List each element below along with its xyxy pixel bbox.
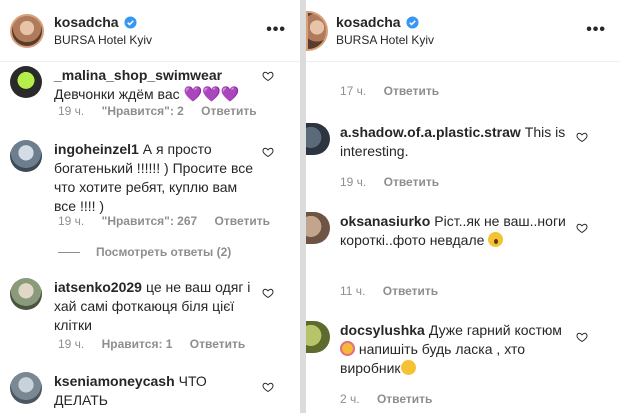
comment: iatsenko2029 це не ваш одяг і хай самі фо… (10, 278, 260, 335)
comment-time: 19 ч. (58, 214, 85, 228)
comment-username[interactable]: a.shadow.of.a.plastic.straw (340, 124, 521, 140)
likes-count[interactable]: "Нравится": 267 (102, 214, 198, 228)
comment-text: Девчонки ждём вас (54, 86, 184, 102)
comment-username[interactable]: oksanasiurko (340, 213, 430, 229)
comment: a.shadow.of.a.plastic.straw This is inter… (306, 123, 576, 161)
post-header: kosadcha BURSA Hotel Kyiv ••• (0, 0, 300, 62)
verified-badge-icon (124, 15, 137, 29)
right-comments-panel: kosadcha BURSA Hotel Kyiv ••• 17 ч. Отве… (306, 0, 620, 413)
reply-button[interactable]: Ответить (384, 175, 439, 189)
smiling-face-emoji (400, 360, 416, 375)
post-location[interactable]: BURSA Hotel Kyiv (336, 33, 434, 47)
author-avatar[interactable] (306, 10, 328, 51)
comment-username[interactable]: iatsenko2029 (54, 279, 142, 295)
view-replies-line (58, 251, 80, 253)
commenter-avatar[interactable] (10, 278, 42, 310)
comment: _malina_shop_swimwear Девчонки ждём вас … (10, 66, 260, 104)
like-heart-icon[interactable] (262, 381, 274, 393)
commenter-avatar[interactable] (306, 212, 330, 244)
comment-meta: 19 ч. "Нравится": 2 Ответить (58, 104, 271, 118)
heart-eyes-emoji (340, 341, 355, 356)
likes-count[interactable]: "Нравится": 2 (102, 104, 184, 118)
comment-text: Дуже гарний костюм (428, 322, 562, 338)
comment-time: 11 ч. (340, 284, 366, 298)
author-avatar[interactable] (10, 13, 44, 48)
comment: docsylushka Дуже гарний костюм напишіть б… (306, 321, 576, 378)
commenter-avatar[interactable] (306, 123, 330, 155)
more-options-icon[interactable]: ••• (266, 22, 286, 38)
like-heart-icon[interactable] (576, 331, 588, 343)
reply-button[interactable]: Ответить (215, 214, 270, 228)
commenter-avatar[interactable] (10, 372, 42, 404)
comment-username[interactable]: ingoheinzel1 (54, 141, 139, 157)
post-location[interactable]: BURSA Hotel Kyiv (54, 33, 152, 47)
worried-face-emoji (488, 232, 504, 247)
comment-username[interactable]: _malina_shop_swimwear (54, 67, 222, 83)
comment-time: 17 ч. (340, 84, 367, 98)
comment-meta: 19 ч. Ответить (340, 175, 453, 189)
comment-time: 19 ч. (58, 104, 85, 118)
comment-meta: 17 ч. Ответить (340, 84, 453, 98)
purple-heart-emoji: 💜💜💜 (183, 86, 240, 103)
comment-time: 2 ч. (340, 392, 360, 406)
like-heart-icon[interactable] (576, 222, 588, 234)
commenter-avatar[interactable] (10, 66, 42, 98)
like-heart-icon[interactable] (262, 146, 274, 158)
comment-time: 19 ч. (340, 175, 367, 189)
post-header: kosadcha BURSA Hotel Kyiv ••• (306, 0, 620, 62)
more-options-icon[interactable]: ••• (586, 22, 606, 38)
author-username[interactable]: kosadcha (54, 14, 119, 30)
reply-button[interactable]: Ответить (383, 284, 438, 298)
likes-count[interactable]: Нравится: 1 (102, 337, 173, 351)
verified-badge-icon (406, 15, 419, 29)
comment-meta: 11 ч. Ответить (340, 284, 452, 298)
comment-text-cont: напишіть будь ласка , хто виробник (340, 341, 526, 376)
commenter-avatar[interactable] (306, 321, 330, 353)
comment-meta: 19 ч. "Нравится": 267 Ответить (58, 214, 284, 228)
left-comments-panel: kosadcha BURSA Hotel Kyiv ••• _malina_sh… (0, 0, 300, 413)
comment-meta: 19 ч. Нравится: 1 Ответить (58, 337, 259, 351)
author-username[interactable]: kosadcha (336, 14, 401, 30)
commenter-avatar[interactable] (10, 140, 42, 172)
like-heart-icon[interactable] (576, 131, 588, 143)
comment-username[interactable]: kseniamoneycash (54, 373, 175, 389)
comment: ingoheinzel1 А я просто богатенький !!!!!… (10, 140, 255, 216)
like-heart-icon[interactable] (262, 70, 274, 82)
comment-meta: 2 ч. Ответить (340, 392, 446, 406)
view-replies-label: Посмотреть ответы (2) (96, 245, 232, 259)
reply-button[interactable]: Ответить (190, 337, 245, 351)
comment-username[interactable]: docsylushka (340, 322, 425, 338)
reply-button[interactable]: Ответить (377, 392, 432, 406)
comment-time: 19 ч. (58, 337, 85, 351)
comment: oksanasiurko Ріст..як не ваш..ноги коротк… (306, 212, 576, 250)
reply-button[interactable]: Ответить (201, 104, 256, 118)
like-heart-icon[interactable] (262, 287, 274, 299)
view-replies-button[interactable]: Посмотреть ответы (2) (58, 245, 231, 259)
reply-button[interactable]: Ответить (384, 84, 439, 98)
comment: kseniamoneycash ЧТО ДЕЛАТЬ (10, 372, 260, 410)
